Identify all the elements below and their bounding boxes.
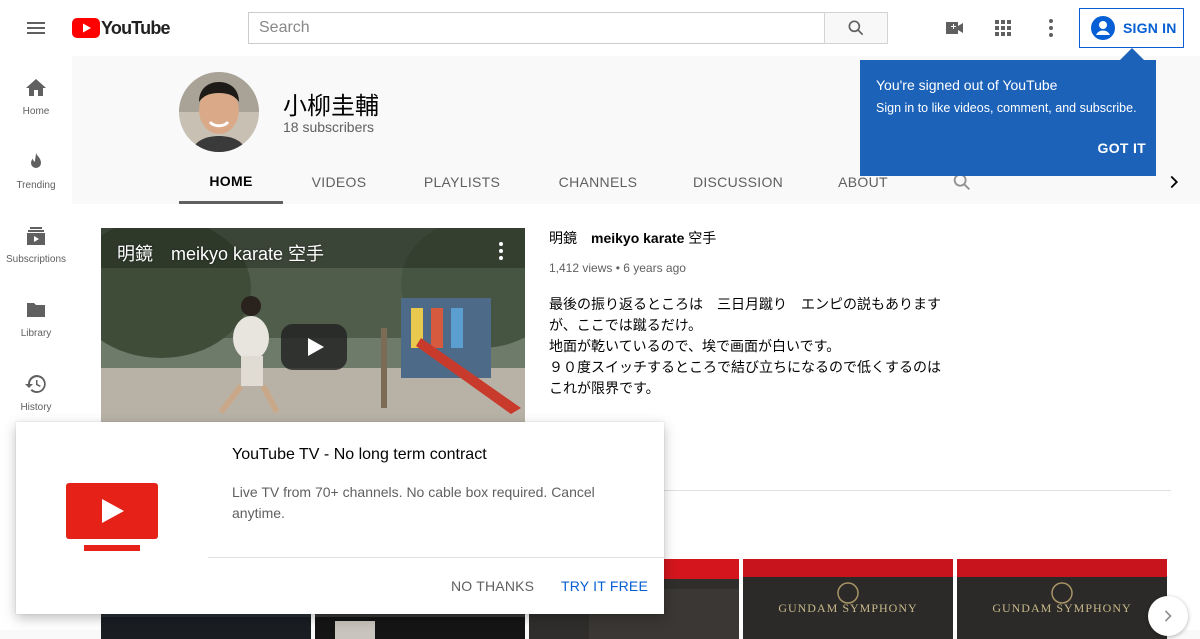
create-video-icon[interactable] (943, 16, 967, 40)
tab-home[interactable]: HOME (179, 160, 283, 204)
play-button[interactable] (281, 324, 347, 370)
logo-text: YouTube (101, 17, 171, 38)
chevron-right-icon (1164, 610, 1172, 622)
youtube-tv-promo: YouTube TV - No long term contract Live … (16, 422, 664, 614)
sidebar-item-trending[interactable]: Trending (0, 130, 72, 204)
search-icon (848, 20, 864, 36)
card-label: GUNDAM SYMPHONY (778, 601, 918, 615)
title-bold: meikyo karate (591, 230, 685, 246)
promo-title: YouTube TV - No long term contract (232, 446, 487, 463)
try-it-free-button[interactable]: TRY IT FREE (561, 578, 648, 594)
sidebar-item-label: Home (22, 106, 50, 117)
tab-playlists[interactable]: PLAYLISTS (414, 160, 510, 204)
video-card[interactable]: GUNDAM SYMPHONY (743, 559, 953, 639)
sidebar-item-label: Library (20, 328, 52, 339)
view-count: 1,412 views (549, 261, 613, 275)
description-line: が、ここでは蹴るだけ。 (549, 317, 703, 333)
youtube-logo-icon (72, 18, 100, 38)
sidebar-item-label: Subscriptions (5, 254, 67, 265)
sidebar-item-library[interactable]: Library (0, 278, 72, 352)
sign-in-button[interactable]: SIGN IN (1079, 8, 1184, 48)
tab-videos[interactable]: VIDEOS (292, 160, 386, 204)
youtube-logo[interactable]: YouTube (72, 17, 171, 39)
history-icon (25, 375, 46, 393)
promo-description: Live TV from 70+ channels. No cable box … (232, 484, 595, 521)
sidebar-item-subscriptions[interactable]: Subscriptions (0, 204, 72, 278)
description-line: 地面が乾いているので、埃で画面が白いです。 (549, 338, 841, 354)
subscriptions-icon (27, 227, 45, 245)
no-thanks-button[interactable]: NO THANKS (451, 578, 534, 594)
sidebar-item-history[interactable]: History (0, 352, 72, 426)
card-label: GUNDAM SYMPHONY (992, 601, 1132, 615)
channel-avatar[interactable] (179, 72, 259, 152)
tooltip-subtitle: Sign in to like videos, comment, and sub… (876, 101, 1137, 115)
more-vert-icon[interactable] (1039, 16, 1063, 40)
sign-in-label: SIGN IN (1123, 20, 1177, 36)
tab-channels[interactable]: CHANNELS (550, 160, 646, 204)
menu-icon[interactable] (24, 16, 48, 40)
description-line: ９０度スイッチするところで結び立ちになるので低くするのは (549, 359, 941, 375)
sidebar-item-label: Trending (16, 180, 56, 191)
featured-video-title[interactable]: 明鏡 meikyo karate 空手 (549, 228, 716, 248)
title-suffix: 空手 (684, 230, 717, 246)
search-button[interactable] (824, 12, 888, 44)
fire-icon (31, 153, 41, 168)
youtube-tv-icon (66, 483, 158, 551)
description-line: これが限界です。 (549, 380, 660, 396)
folder-icon (27, 303, 45, 317)
video-overlay-title: 明鏡 meikyo karate 空手 (117, 244, 325, 264)
promo-divider (208, 557, 664, 558)
shelf-next-button[interactable] (1148, 596, 1188, 636)
search-input[interactable] (248, 12, 824, 44)
channel-name: 小柳圭輔 (283, 93, 379, 120)
video-meta: 1,412 views • 6 years ago (549, 261, 686, 275)
tabs-scroll-right-icon[interactable] (1162, 160, 1186, 204)
subscriber-count: 18 subscribers (283, 119, 375, 135)
search-bar (248, 12, 888, 44)
sidebar-item-label: History (20, 402, 52, 413)
video-description: 最後の振り返るところは 三日月蹴り エンピの説もあります が、ここでは蹴るだけ。… (549, 294, 949, 399)
got-it-button[interactable]: GOT IT (1098, 140, 1146, 160)
video-card[interactable]: GUNDAM SYMPHONY (957, 559, 1167, 639)
apps-grid-icon[interactable] (991, 16, 1015, 40)
featured-video-player[interactable]: 明鏡 meikyo karate 空手 (101, 228, 525, 424)
tab-discussion[interactable]: DISCUSSION (686, 160, 790, 204)
home-icon (26, 79, 46, 96)
title-prefix: 明鏡 (549, 230, 591, 246)
description-line: 最後の振り返るところは 三日月蹴り エンピの説もあります (549, 296, 941, 312)
signed-out-tooltip: You're signed out of YouTube Sign in to … (860, 48, 1156, 176)
tooltip-title: You're signed out of YouTube (876, 77, 1058, 93)
video-more-icon[interactable] (499, 242, 503, 260)
sidebar-item-home[interactable]: Home (0, 56, 72, 130)
top-bar: YouTube SIGN IN (0, 0, 1200, 56)
upload-age: 6 years ago (623, 261, 686, 275)
account-circle-icon (1091, 16, 1115, 40)
